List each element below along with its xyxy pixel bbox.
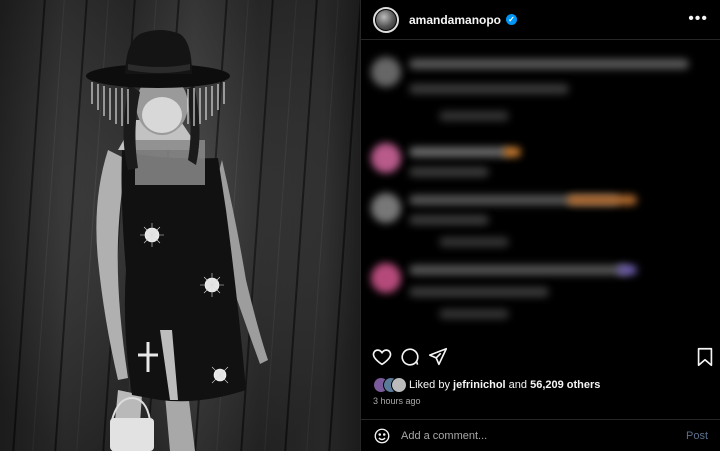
bookmark-icon[interactable] bbox=[694, 346, 716, 368]
comment-item bbox=[361, 257, 720, 319]
verified-badge-icon: ✓ bbox=[506, 14, 518, 25]
post-photo[interactable] bbox=[0, 0, 360, 451]
liked-by-avatars[interactable] bbox=[373, 377, 407, 393]
likes-summary: Liked by jefrinichol and 56,209 others bbox=[373, 376, 600, 394]
liked-by-prefix: Liked by bbox=[409, 379, 450, 391]
comment-item bbox=[361, 187, 720, 247]
comments-list-blurred bbox=[361, 45, 720, 335]
liked-by-user[interactable]: jefrinichol bbox=[453, 379, 506, 391]
heart-icon[interactable] bbox=[371, 346, 393, 368]
comment-avatar bbox=[371, 143, 401, 173]
post-timestamp[interactable]: 3 hours ago bbox=[373, 396, 421, 406]
comment-avatar bbox=[371, 57, 401, 87]
author-avatar[interactable] bbox=[373, 6, 399, 33]
liker-avatar bbox=[391, 377, 407, 393]
post-comment-button[interactable]: Post bbox=[686, 430, 708, 442]
comment-item bbox=[361, 49, 720, 121]
author-username[interactable]: amandamanopo bbox=[409, 13, 501, 27]
send-icon[interactable] bbox=[427, 346, 449, 368]
liked-by-and: and bbox=[508, 379, 528, 391]
post-header: amandamanopo ✓ ••• bbox=[361, 0, 720, 40]
more-options-icon[interactable]: ••• bbox=[688, 11, 708, 27]
liked-by-count[interactable]: 56,209 others bbox=[530, 379, 600, 391]
author-avatar-image bbox=[376, 9, 396, 30]
add-comment-bar: Post bbox=[361, 419, 720, 451]
comment-icon[interactable] bbox=[399, 346, 421, 368]
add-comment-input[interactable] bbox=[401, 429, 686, 442]
person-figure bbox=[86, 30, 268, 451]
comment-avatar bbox=[371, 193, 401, 223]
emoji-icon[interactable] bbox=[373, 427, 391, 445]
post-details-panel: amandamanopo ✓ ••• Liked by jefrinichol … bbox=[360, 0, 720, 451]
comment-avatar bbox=[371, 263, 401, 293]
post-actions bbox=[361, 343, 720, 371]
